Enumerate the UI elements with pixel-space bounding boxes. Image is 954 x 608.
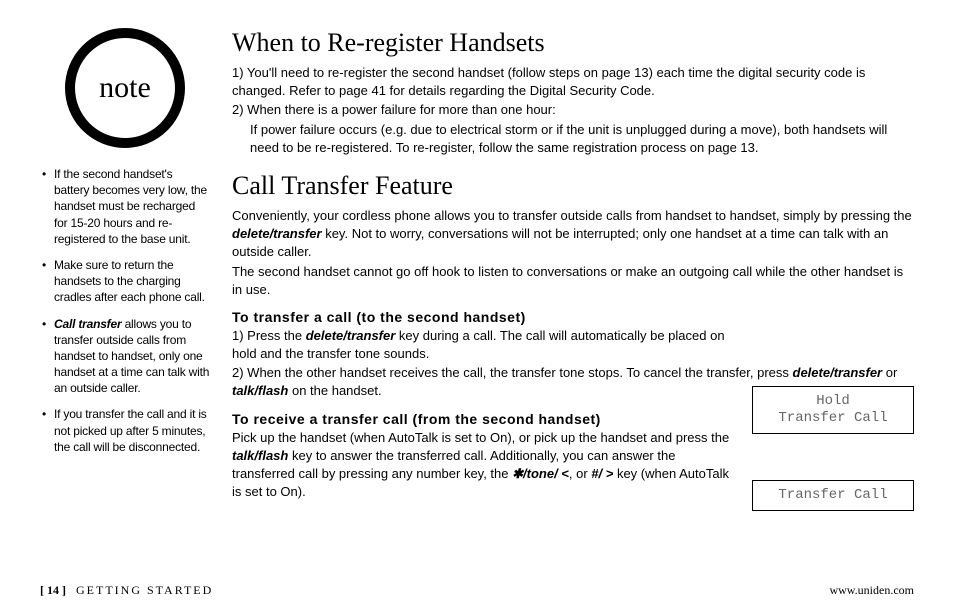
list-item: If you transfer the call and it is not p… [40, 406, 210, 455]
body-paragraph: Conveniently, your cordless phone allows… [232, 207, 914, 262]
key-delete-transfer: delete/transfer [232, 226, 322, 241]
body-paragraph: If power failure occurs (e.g. due to ele… [232, 121, 914, 157]
key-talk-flash: talk/flash [232, 383, 288, 398]
subheading-transfer: To transfer a call (to the second handse… [232, 309, 914, 325]
lcd-display-transfer: Transfer Call [752, 480, 914, 511]
list-item: If the second handset's battery becomes … [40, 166, 210, 247]
note-label: note [99, 71, 151, 105]
sidebar: note If the second handset's battery bec… [40, 28, 210, 575]
section-label: GETTING STARTED [76, 583, 213, 597]
heading-call-transfer: Call Transfer Feature [232, 171, 914, 201]
main-content: When to Re-register Handsets 1) You'll n… [212, 28, 914, 575]
body-paragraph: Pick up the handset (when AutoTalk is se… [232, 429, 739, 502]
note-icon: note [65, 28, 185, 148]
key-delete-transfer: delete/transfer [306, 328, 396, 343]
body-paragraph: 1) Press the delete/transfer key during … [232, 327, 739, 363]
footer-url: www.uniden.com [829, 583, 914, 598]
list-item: Call transfer allows you to transfer out… [40, 316, 210, 397]
heading-reregister: When to Re-register Handsets [232, 28, 914, 58]
page-number: [ 14 ] [40, 583, 66, 597]
key-talk-flash: talk/flash [232, 448, 288, 463]
key-delete-transfer: delete/transfer [793, 365, 883, 380]
body-paragraph: 1) You'll need to re-register the second… [232, 64, 914, 100]
list-item: Make sure to return the handsets to the … [40, 257, 210, 306]
key-tone: ✱/tone/ < [512, 466, 569, 481]
key-pound: #/ > [591, 466, 613, 481]
body-paragraph: 2) When there is a power failure for mor… [232, 101, 914, 119]
body-paragraph: The second handset cannot go off hook to… [232, 263, 914, 299]
sidebar-notes: If the second handset's battery becomes … [40, 166, 210, 455]
page-footer: [ 14 ] GETTING STARTED www.uniden.com [40, 581, 914, 598]
lcd-display-hold: Hold Transfer Call [752, 386, 914, 434]
